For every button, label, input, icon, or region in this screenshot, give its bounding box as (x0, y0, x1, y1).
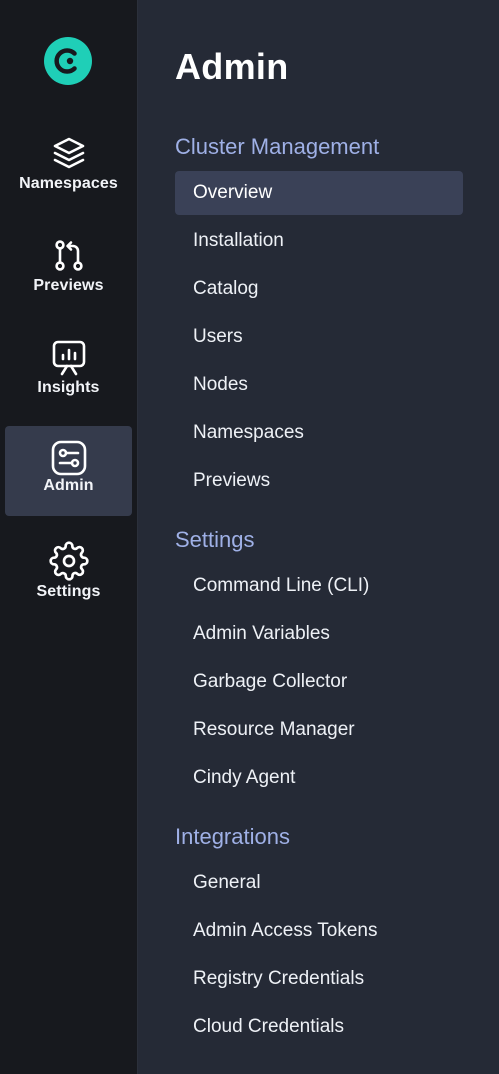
nav-item-cloud-credentials[interactable]: Cloud Credentials (175, 1005, 463, 1049)
nav-item-general[interactable]: General (175, 861, 463, 905)
pull-request-icon (49, 235, 89, 275)
nav-item-admin-access-tokens[interactable]: Admin Access Tokens (175, 909, 463, 953)
app-logo-icon[interactable] (43, 36, 93, 86)
section-title-settings: Settings (175, 527, 255, 552)
rail-item-label: Namespaces (19, 175, 118, 192)
nav-item-cindy-agent[interactable]: Cindy Agent (175, 756, 463, 800)
app: Namespaces Previews Insights Admin Setti… (0, 0, 499, 1074)
nav-item-namespaces[interactable]: Namespaces (175, 411, 463, 455)
page-title: Admin (175, 46, 289, 87)
sliders-icon (49, 438, 89, 478)
rail-item-label: Previews (33, 277, 104, 294)
rail-item-admin[interactable]: Admin (5, 426, 132, 516)
nav-item-installation[interactable]: Installation (175, 219, 463, 263)
rail-item-insights[interactable]: Insights (5, 329, 132, 419)
nav-item-command-line[interactable]: Command Line (CLI) (175, 564, 463, 608)
nav-item-previews[interactable]: Previews (175, 459, 463, 503)
nav-item-registry-credentials[interactable]: Registry Credentials (175, 957, 463, 1001)
nav-item-nodes[interactable]: Nodes (175, 363, 463, 407)
presentation-chart-icon (49, 337, 89, 377)
section-title-integrations: Integrations (175, 824, 290, 849)
nav-item-resource-manager[interactable]: Resource Manager (175, 708, 463, 752)
nav-item-users[interactable]: Users (175, 315, 463, 359)
rail-item-namespaces[interactable]: Namespaces (5, 125, 132, 215)
section-title-cluster-management: Cluster Management (175, 134, 380, 159)
gear-icon (48, 541, 89, 581)
admin-nav-panel: Admin Cluster Management Overview Instal… (138, 0, 499, 1074)
nav-item-catalog[interactable]: Catalog (175, 267, 463, 311)
icon-rail: Namespaces Previews Insights Admin Setti… (0, 0, 138, 1074)
rail-item-label: Admin (43, 477, 94, 494)
nav-item-garbage-collector[interactable]: Garbage Collector (175, 660, 463, 704)
nav-item-overview[interactable]: Overview (175, 171, 463, 215)
layers-icon (49, 133, 89, 173)
rail-item-label: Settings (36, 583, 101, 600)
nav-item-admin-variables[interactable]: Admin Variables (175, 612, 463, 656)
rail-item-label: Insights (37, 379, 100, 396)
rail-item-previews[interactable]: Previews (5, 227, 132, 317)
rail-item-settings[interactable]: Settings (5, 533, 132, 623)
